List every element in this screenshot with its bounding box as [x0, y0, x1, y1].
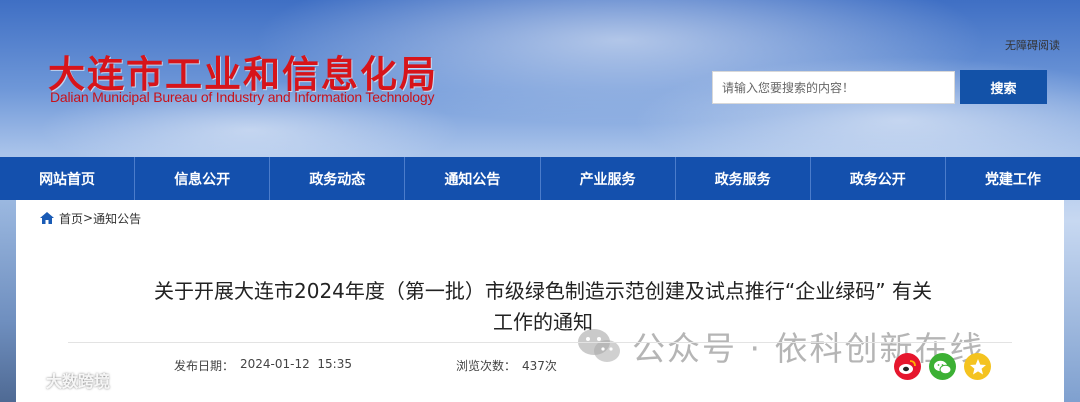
publish-date: 发布日期： 2024-01-12 15:35 [174, 357, 352, 374]
wechat-icon[interactable] [929, 353, 956, 380]
nav-item-notices[interactable]: 通知公告 [405, 157, 541, 200]
publish-date-value: 2024-01-12 15:35 [240, 357, 352, 371]
nav-item-home[interactable]: 网站首页 [0, 157, 136, 200]
nav-item-gov-affairs[interactable]: 政务公开 [811, 157, 946, 200]
site-logo-subtitle: Dalian Municipal Bureau of Industry and … [50, 89, 435, 105]
wechat-logo-icon [578, 329, 620, 362]
view-count-label: 浏览次数： [456, 359, 517, 373]
nav-item-info-disclosure[interactable]: 信息公开 [135, 157, 271, 200]
corner-watermark-text: 大数跨境 [46, 372, 111, 391]
accessibility-link[interactable]: 无障碍阅读 [1005, 37, 1060, 53]
breadcrumb-current[interactable]: 通知公告 [93, 210, 141, 227]
main-nav: 网站首页 信息公开 政务动态 通知公告 产业服务 政务服务 政务公开 党建工作 [0, 157, 1080, 200]
article-title-line1: 关于开展大连市2024年度（第一批）市级绿色制造示范创建及试点推行“企业绿码” … [154, 279, 932, 303]
breadcrumb-home[interactable]: 首页 [59, 210, 83, 227]
article-card: 首页 > 通知公告 关于开展大连市2024年度（第一批）市级绿色制造示范创建及试… [16, 200, 1064, 402]
corner-logo-icon [16, 373, 39, 387]
home-icon [40, 212, 54, 224]
wechat-watermark: 公众号 · 依科创新在线 [576, 322, 984, 370]
qzone-icon[interactable] [964, 353, 991, 380]
view-count-value: 437次 [522, 359, 557, 373]
search-button[interactable]: 搜索 [960, 70, 1047, 104]
weibo-icon[interactable] [894, 353, 921, 380]
breadcrumb-separator: > [83, 211, 94, 225]
breadcrumb: 首页 > 通知公告 [40, 210, 141, 226]
view-count: 浏览次数： 437次 [456, 357, 557, 374]
corner-watermark: 大数跨境 [16, 368, 110, 392]
search-input[interactable] [712, 71, 955, 104]
nav-item-industry-services[interactable]: 产业服务 [541, 157, 676, 200]
nav-item-gov-services[interactable]: 政务服务 [676, 157, 811, 200]
nav-item-gov-news[interactable]: 政务动态 [270, 157, 406, 200]
title-divider [68, 342, 1012, 343]
nav-item-party-building[interactable]: 党建工作 [946, 157, 1080, 200]
publish-date-label: 发布日期： [174, 359, 235, 373]
background-strip [0, 200, 16, 402]
